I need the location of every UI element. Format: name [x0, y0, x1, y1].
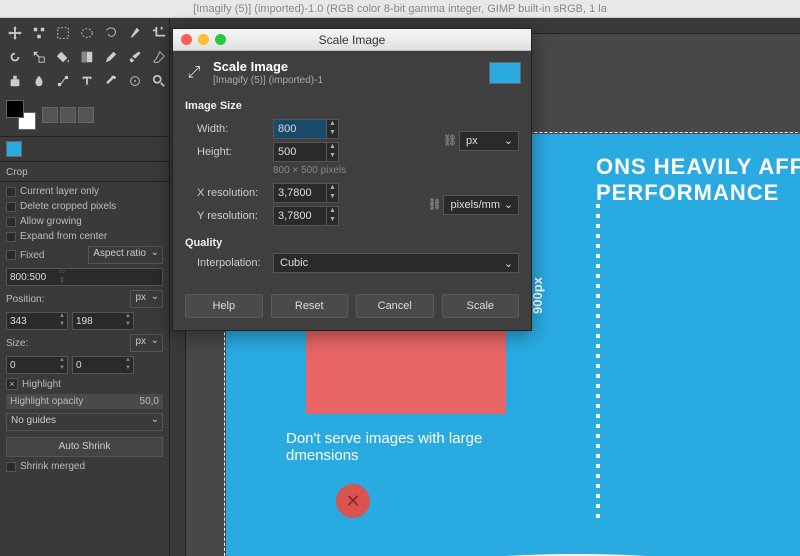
- gradient-preset-icon[interactable]: [78, 107, 94, 123]
- pixel-hint: 800 × 500 pixels: [273, 165, 519, 176]
- yres-stepper[interactable]: ▲▼: [326, 207, 338, 225]
- ratio-input[interactable]: [7, 269, 57, 285]
- eraser-tool-icon[interactable]: [148, 46, 170, 68]
- dialog-subheader: [Imagify (5)] (imported)-1: [213, 75, 323, 86]
- color-picker-icon[interactable]: [100, 70, 122, 92]
- height-stepper[interactable]: ▲▼: [326, 143, 338, 161]
- width-label: Width:: [197, 123, 267, 135]
- allow-growing-checkbox[interactable]: [6, 217, 16, 227]
- size-w-input[interactable]: [7, 357, 57, 373]
- image-thumbnail: [489, 62, 521, 84]
- ratio-orient-icon[interactable]: ▭▯: [57, 269, 67, 285]
- pos-x-input[interactable]: [7, 313, 57, 329]
- red-caption: Don't serve images with large dmensions: [286, 430, 546, 464]
- path-tool-icon[interactable]: [52, 70, 74, 92]
- xres-input[interactable]: [274, 184, 326, 202]
- zoom-tool-icon[interactable]: [148, 70, 170, 92]
- reset-button[interactable]: Reset: [271, 294, 349, 318]
- cancel-button[interactable]: Cancel: [356, 294, 434, 318]
- current-layer-checkbox[interactable]: [6, 187, 16, 197]
- headline-text: ONS HEAVILY AFFECT FILE PERFORMANCE: [596, 154, 800, 206]
- pattern-preset-icon[interactable]: [60, 107, 76, 123]
- dialog-titlebar[interactable]: Scale Image: [173, 29, 531, 51]
- auto-shrink-button[interactable]: Auto Shrink: [6, 437, 163, 457]
- tool-grid: [0, 18, 169, 96]
- guides-select[interactable]: No guides: [6, 413, 163, 431]
- measure-tool-icon[interactable]: [124, 70, 146, 92]
- brush-preset-icon[interactable]: [42, 107, 58, 123]
- shrink-merged-checkbox[interactable]: [6, 462, 16, 472]
- scale-tool-icon[interactable]: [28, 46, 50, 68]
- size-h-input[interactable]: [73, 357, 123, 373]
- toolbox-panel: Crop Current layer only Delete cropped p…: [0, 18, 170, 556]
- help-button[interactable]: Help: [185, 294, 263, 318]
- rect-select-icon[interactable]: [52, 22, 74, 44]
- expand-center-label: Expand from center: [20, 231, 107, 242]
- highlight-opacity-value[interactable]: 50,0: [140, 396, 159, 407]
- fixed-mode-select[interactable]: Aspect ratio: [88, 246, 163, 264]
- fg-bg-swatch[interactable]: [6, 100, 36, 130]
- size-unit-select[interactable]: px: [459, 131, 519, 151]
- gradient-tool-icon[interactable]: [76, 46, 98, 68]
- bucket-tool-icon[interactable]: [52, 46, 74, 68]
- size-unit-select[interactable]: px: [130, 334, 163, 352]
- app-title: [Imagify (5)] (imported)-1.0 (RGB color …: [193, 3, 607, 15]
- shrink-merged-label: Shrink merged: [20, 461, 85, 472]
- smudge-tool-icon[interactable]: [28, 70, 50, 92]
- xres-stepper[interactable]: ▲▼: [326, 184, 338, 202]
- align-tool-icon[interactable]: [28, 22, 50, 44]
- allow-growing-label: Allow growing: [20, 216, 82, 227]
- fixed-label: Fixed: [20, 250, 44, 261]
- res-chain-icon[interactable]: ⛓: [425, 198, 443, 211]
- width-input[interactable]: [274, 120, 326, 138]
- height-input[interactable]: [274, 143, 326, 161]
- fg-color[interactable]: [6, 100, 24, 118]
- position-unit-select[interactable]: px: [130, 290, 163, 308]
- highlight-label: Highlight: [22, 379, 61, 390]
- brush-tool-icon[interactable]: [124, 46, 146, 68]
- ellipse-select-icon[interactable]: [76, 22, 98, 44]
- dimension-label: 900px: [530, 277, 545, 314]
- expand-center-checkbox[interactable]: [6, 232, 16, 242]
- fixed-checkbox[interactable]: [6, 250, 16, 260]
- xres-label: X resolution:: [197, 187, 267, 199]
- rotate-tool-icon[interactable]: [4, 46, 26, 68]
- delete-cropped-label: Delete cropped pixels: [20, 201, 116, 212]
- highlight-opacity-label: Highlight opacity: [10, 396, 83, 407]
- highlight-toggle[interactable]: ×: [6, 378, 18, 390]
- current-layer-label: Current layer only: [20, 186, 99, 197]
- divider-dots: [596, 204, 600, 524]
- quality-heading: Quality: [185, 237, 519, 249]
- crop-tool-icon[interactable]: [148, 22, 170, 44]
- text-tool-icon[interactable]: [76, 70, 98, 92]
- yres-label: Y resolution:: [197, 210, 267, 222]
- lasso-tool-icon[interactable]: [100, 22, 122, 44]
- interpolation-label: Interpolation:: [197, 257, 267, 269]
- scale-icon: [183, 62, 205, 84]
- move-tool-icon[interactable]: [4, 22, 26, 44]
- yres-input[interactable]: [274, 207, 326, 225]
- dialog-title: Scale Image: [173, 33, 531, 47]
- active-image-thumb-icon[interactable]: [6, 141, 22, 157]
- pos-y-input[interactable]: [73, 313, 123, 329]
- delete-cropped-checkbox[interactable]: [6, 202, 16, 212]
- res-unit-select[interactable]: pixels/mm: [443, 195, 519, 215]
- fuzzy-select-icon[interactable]: [124, 22, 146, 44]
- clone-tool-icon[interactable]: [4, 70, 26, 92]
- image-size-heading: Image Size: [185, 100, 519, 112]
- tool-options-title: Crop: [0, 164, 169, 182]
- chain-link-icon[interactable]: ⛓: [441, 134, 459, 147]
- interpolation-select[interactable]: Cubic: [273, 253, 519, 273]
- scale-button[interactable]: Scale: [442, 294, 520, 318]
- pencil-tool-icon[interactable]: [100, 46, 122, 68]
- x-circle-icon: ✕: [336, 484, 370, 518]
- app-titlebar: [Imagify (5)] (imported)-1.0 (RGB color …: [0, 0, 800, 18]
- height-label: Height:: [197, 146, 267, 158]
- size-label: Size:: [6, 338, 28, 349]
- position-label: Position:: [6, 294, 44, 305]
- scale-image-dialog: Scale Image Scale Image [Imagify (5)] (i…: [172, 28, 532, 331]
- dialog-header: Scale Image: [213, 59, 323, 74]
- width-stepper[interactable]: ▲▼: [326, 120, 338, 138]
